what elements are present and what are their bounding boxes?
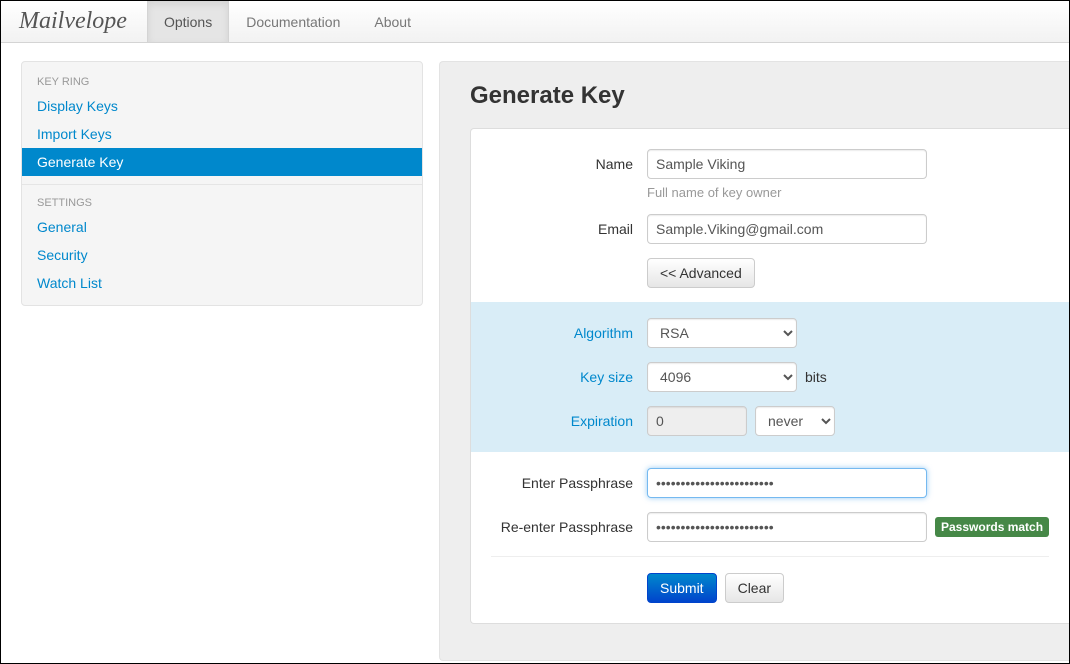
name-input[interactable]	[647, 149, 927, 179]
name-label: Name	[471, 156, 647, 172]
sidebar-header-keyring: KEY RING	[22, 70, 422, 92]
main-panel: Generate Key Name Full name of key owner…	[439, 61, 1069, 661]
sidebar-header-settings: SETTINGS	[22, 191, 422, 213]
passphrase-confirm-input[interactable]	[647, 512, 927, 542]
nav-documentation[interactable]: Documentation	[229, 1, 357, 42]
email-label: Email	[471, 221, 647, 237]
generate-key-form: Name Full name of key owner Email << Adv…	[470, 128, 1069, 624]
clear-button[interactable]: Clear	[725, 573, 784, 603]
expiration-unit-select[interactable]: never	[755, 406, 835, 436]
advanced-panel: Algorithm RSA Key size 4096 bits	[471, 302, 1069, 452]
submit-button[interactable]: Submit	[647, 573, 717, 603]
sidebar-item-import-keys[interactable]: Import Keys	[22, 120, 422, 148]
sidebar-divider	[22, 184, 422, 185]
sidebar-item-watch-list[interactable]: Watch List	[22, 269, 422, 297]
sidebar-item-display-keys[interactable]: Display Keys	[22, 92, 422, 120]
email-input[interactable]	[647, 214, 927, 244]
algorithm-select[interactable]: RSA	[647, 318, 797, 348]
top-navbar: Mailvelope Options Documentation About	[1, 1, 1069, 43]
nav-options[interactable]: Options	[147, 1, 229, 42]
passphrase-input[interactable]	[647, 468, 927, 498]
password-match-badge: Passwords match	[935, 517, 1049, 537]
brand-logo: Mailvelope	[19, 1, 147, 42]
sidebar-item-general[interactable]: General	[22, 213, 422, 241]
algorithm-label: Algorithm	[471, 325, 647, 341]
sidebar-item-generate-key[interactable]: Generate Key	[22, 148, 422, 176]
passphrase-confirm-label: Re-enter Passphrase	[471, 519, 647, 535]
expiration-input[interactable]	[647, 406, 747, 436]
nav-about[interactable]: About	[357, 1, 428, 42]
sidebar-item-security[interactable]: Security	[22, 241, 422, 269]
keysize-label: Key size	[471, 369, 647, 385]
keysize-select[interactable]: 4096	[647, 362, 797, 392]
keysize-unit: bits	[805, 369, 827, 385]
advanced-toggle-button[interactable]: << Advanced	[647, 258, 755, 288]
expiration-label: Expiration	[471, 413, 647, 429]
page-title: Generate Key	[470, 82, 1069, 110]
passphrase-label: Enter Passphrase	[471, 475, 647, 491]
name-help: Full name of key owner	[647, 185, 1069, 200]
sidebar: KEY RING Display Keys Import Keys Genera…	[21, 61, 423, 306]
